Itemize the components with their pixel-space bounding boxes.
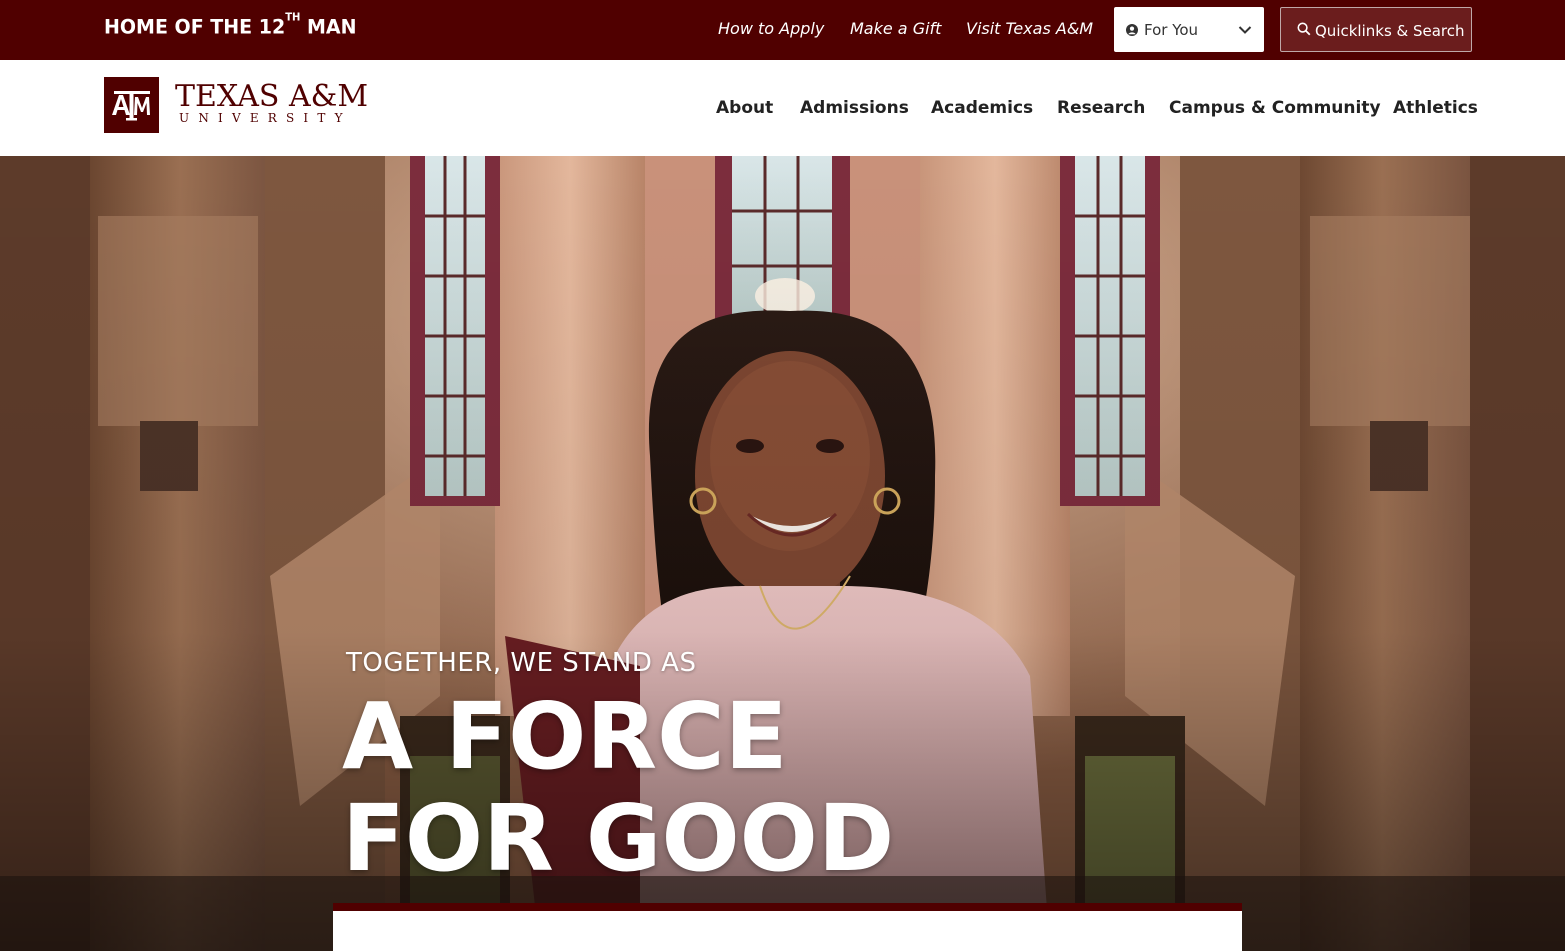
- atm-monogram-icon: [112, 91, 150, 121]
- university-wordmark: UNIVERSITY: [179, 111, 352, 125]
- nav-research[interactable]: Research: [1057, 98, 1145, 118]
- nav-academics[interactable]: Academics: [931, 98, 1033, 118]
- nav-about[interactable]: About: [716, 98, 773, 118]
- how-to-apply-link[interactable]: How to Apply: [718, 19, 824, 38]
- quicklinks-label: Quicklinks & Search: [1315, 22, 1465, 40]
- utility-bar: HOME OF THE 12TH MAN How to Apply Make a…: [0, 0, 1565, 60]
- hero-banner: TOGETHER, WE STAND AS A FORCE FOR GOOD: [0, 156, 1565, 951]
- nav-athletics[interactable]: Athletics: [1393, 98, 1478, 118]
- hero-headline-line2: FOR GOOD: [342, 785, 895, 892]
- visit-texas-am-link[interactable]: Visit Texas A&M: [966, 19, 1093, 38]
- chevron-down-icon: [1238, 26, 1252, 34]
- search-icon: [1297, 22, 1311, 36]
- atm-logo-mark[interactable]: [104, 77, 159, 133]
- hero-headline: A FORCE FOR GOOD: [342, 686, 894, 890]
- for-you-label: For You: [1144, 21, 1199, 39]
- quicklinks-search-button[interactable]: Quicklinks & Search: [1280, 7, 1472, 52]
- for-you-dropdown[interactable]: For You: [1114, 7, 1264, 52]
- hero-content-card: [333, 903, 1242, 951]
- make-a-gift-link[interactable]: Make a Gift: [850, 19, 941, 38]
- texas-am-wordmark[interactable]: TEXAS A&M: [175, 82, 368, 112]
- hero-kicker: TOGETHER, WE STAND AS: [346, 648, 697, 678]
- person-circle-icon: [1126, 24, 1138, 36]
- nav-campus-community[interactable]: Campus & Community: [1169, 98, 1381, 118]
- nav-admissions[interactable]: Admissions: [800, 98, 909, 118]
- hero-headline-line1: A FORCE: [342, 683, 788, 790]
- main-header: TEXAS A&M UNIVERSITY About Admissions Ac…: [0, 60, 1565, 156]
